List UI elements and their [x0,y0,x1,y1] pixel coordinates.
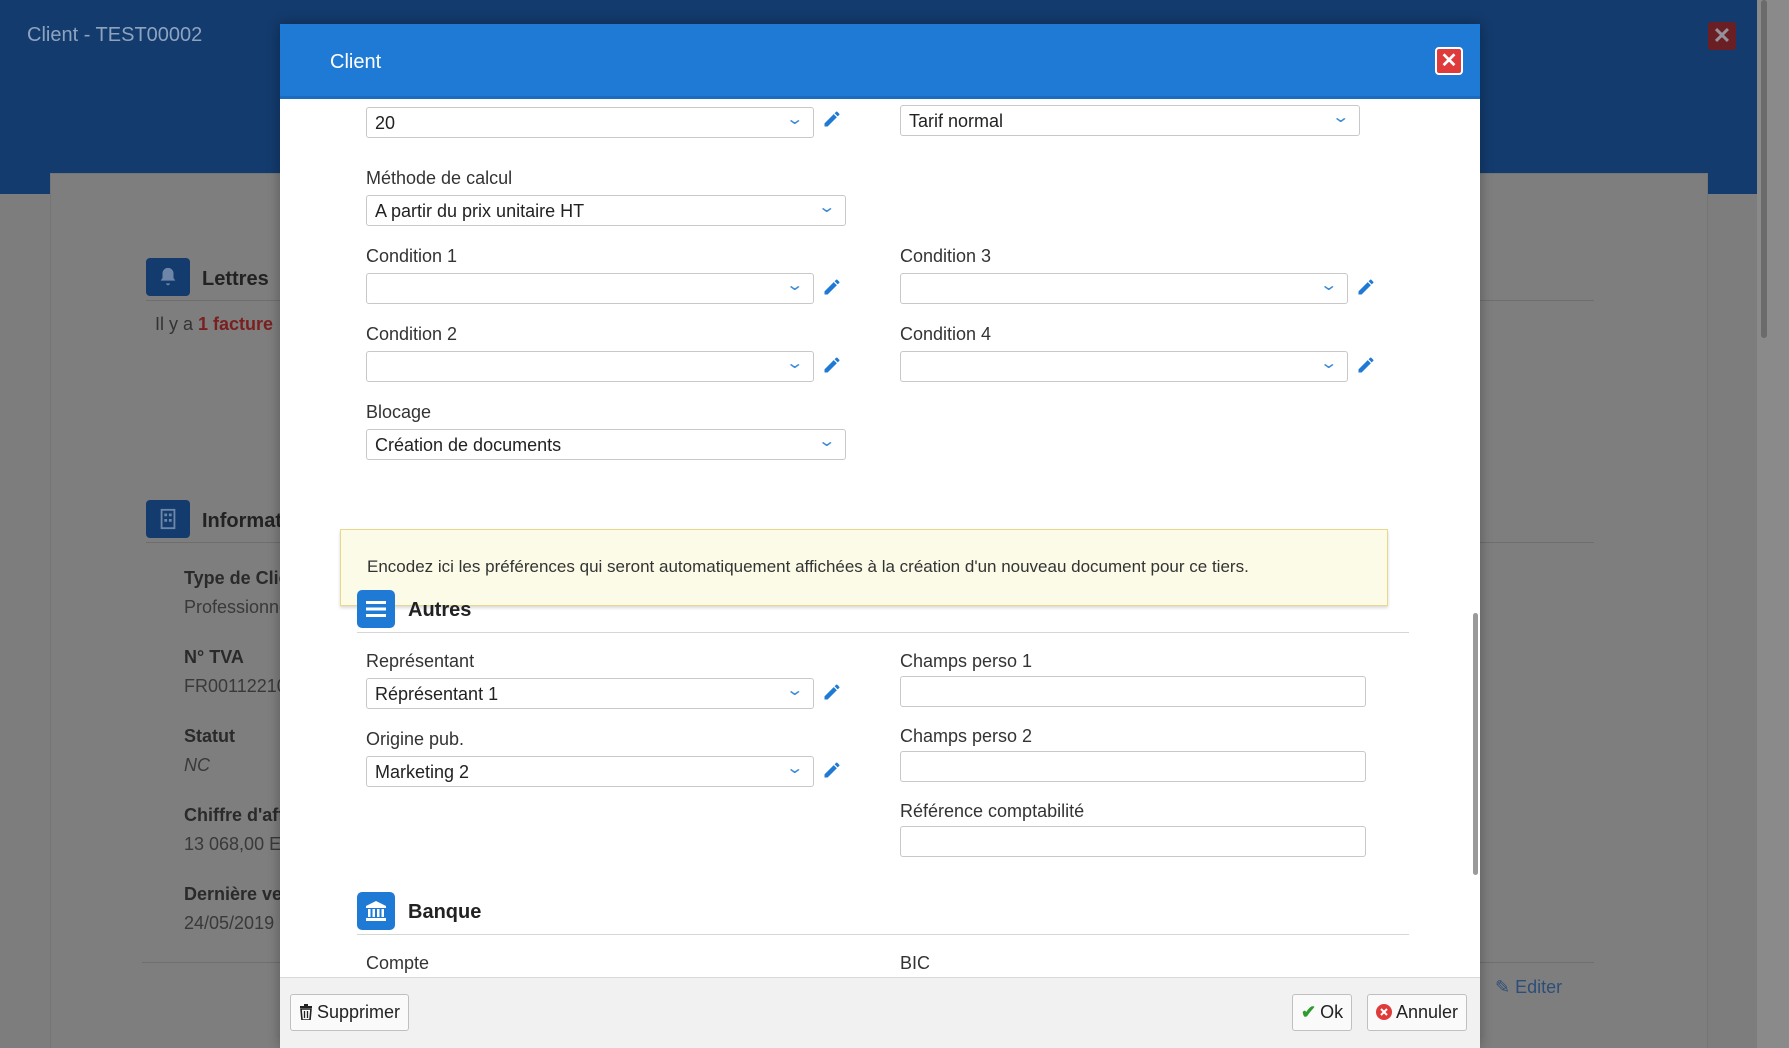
field-label: Chiffre d'aff [184,805,285,825]
chevron-down-icon: ⌄ [784,111,804,128]
top-left-select[interactable]: 20 ⌄ [366,107,814,138]
scrollbar-thumb[interactable] [1761,0,1767,338]
edit-pencil-icon[interactable] [1356,277,1376,297]
tariff-select[interactable]: Tarif normal ⌄ [900,105,1360,136]
accounting-ref-label: Référence comptabilité [900,801,1085,821]
edit-pencil-icon[interactable] [822,760,842,780]
field-value: 24/05/2019 [184,913,275,933]
letters-section-title: Lettres [202,268,269,290]
field-value: FR00112210 [184,676,287,696]
edit-link[interactable]: ✎ Editer [1495,977,1562,998]
field-label: Statut [184,726,235,746]
field-label: N° TVA [184,647,244,667]
calc-method-select[interactable]: A partir du prix unitaire HT ⌄ [366,195,846,226]
edit-pencil-icon[interactable] [822,355,842,375]
close-icon[interactable]: ✕ [1708,22,1736,50]
representative-select[interactable]: Réprésentant 1 ⌄ [366,678,814,709]
cancel-button-label: Annuler [1396,1002,1459,1022]
edit-pencil-icon[interactable] [822,109,842,129]
pencil-icon: ✎ [1495,977,1516,997]
representative-label: Représentant [366,651,475,671]
info-alert: Encodez ici les préférences qui seront a… [340,529,1388,606]
custom2-label: Champs perso 2 [900,726,1033,746]
bic-label: BIC [900,953,931,973]
cancel-button[interactable]: Annuler [1367,994,1468,1031]
bank-section-title: Banque [408,901,482,923]
select-value: Tarif normal [909,111,1004,131]
select-value: 20 [375,113,396,133]
background-window-title: Client - TEST00002 [27,24,203,46]
custom1-input[interactable] [900,676,1366,707]
custom1-label: Champs perso 1 [900,651,1033,671]
list-icon [357,590,395,628]
condition2-label: Condition 2 [366,324,458,344]
field-label: Type de Clie [184,568,289,588]
modal-body[interactable]: 20 ⌄ Tarif normal ⌄ Méthode de calcul A … [280,99,1480,1001]
chevron-down-icon: ⌄ [816,199,836,216]
modal-close-button[interactable]: ✕ [1435,47,1463,75]
field-label: Dernière ve [184,884,283,904]
select-value: Marketing 2 [375,762,470,782]
info-alert-text: Encodez ici les préférences qui seront a… [367,557,1249,576]
ad-origin-select[interactable]: Marketing 2 ⌄ [366,756,814,787]
others-section-title: Autres [408,599,472,621]
chevron-down-icon: ⌄ [784,682,804,699]
building-icon [146,500,190,538]
ok-button-label: Ok [1320,1002,1344,1022]
chevron-down-icon: ⌄ [784,355,804,372]
condition3-select[interactable]: ⌄ [900,273,1348,304]
page-scrollbar[interactable] [1757,0,1789,1048]
chevron-down-icon: ⌄ [784,277,804,294]
delete-button[interactable]: Supprimer [290,994,410,1031]
field-value: Professionne [184,597,290,617]
condition4-select[interactable]: ⌄ [900,351,1348,382]
condition3-label: Condition 3 [900,246,992,266]
ad-origin-label: Origine pub. [366,729,465,749]
chevron-down-icon: ⌄ [1330,109,1350,126]
cancel-circle-icon [1376,995,1392,1030]
select-value: A partir du prix unitaire HT [375,201,585,221]
bank-icon [357,892,395,930]
letters-text: Il y a 1 facture [155,314,273,335]
select-value: Création de documents [375,435,562,455]
bell-icon [146,258,190,296]
edit-pencil-icon[interactable] [1356,355,1376,375]
field-value: 13 068,00 E [184,834,282,854]
account-label: Compte [366,953,430,973]
modal-footer: Supprimer ✔ Ok Annuler [280,977,1480,1048]
chevron-down-icon: ⌄ [1318,277,1338,294]
condition1-select[interactable]: ⌄ [366,273,814,304]
blocking-select[interactable]: Création de documents ⌄ [366,429,846,460]
accounting-ref-input[interactable] [900,826,1366,857]
select-value: Réprésentant 1 [375,684,499,704]
condition4-label: Condition 4 [900,324,992,344]
calc-method-label: Méthode de calcul [366,168,513,188]
custom2-input[interactable] [900,751,1366,782]
check-icon: ✔ [1301,1002,1317,1022]
condition1-label: Condition 1 [366,246,458,266]
modal-header [280,24,1480,99]
client-modal: Client ✕ 20 ⌄ Tarif normal ⌄ Méthode de … [280,24,1480,1048]
edit-pencil-icon[interactable] [822,682,842,702]
edit-pencil-icon[interactable] [822,277,842,297]
divider [357,934,1409,935]
chevron-down-icon: ⌄ [1318,355,1338,372]
delete-button-label: Supprimer [317,1002,401,1022]
info-section-title: Informat [202,510,282,532]
letters-text-highlight[interactable]: 1 facture [198,314,273,334]
letters-text-prefix: Il y a [155,314,199,334]
ok-button[interactable]: ✔ Ok [1292,994,1353,1031]
chevron-down-icon: ⌄ [816,433,836,450]
condition2-select[interactable]: ⌄ [366,351,814,382]
modal-scrollbar-thumb[interactable] [1473,613,1478,875]
field-value: NC [184,755,210,775]
chevron-down-icon: ⌄ [784,760,804,777]
trash-icon [299,995,313,1030]
divider [357,632,1409,633]
modal-title: Client [330,51,382,73]
blocking-label: Blocage [366,402,432,422]
edit-link-label: Editer [1515,977,1563,997]
close-icon: ✕ [1440,50,1458,72]
